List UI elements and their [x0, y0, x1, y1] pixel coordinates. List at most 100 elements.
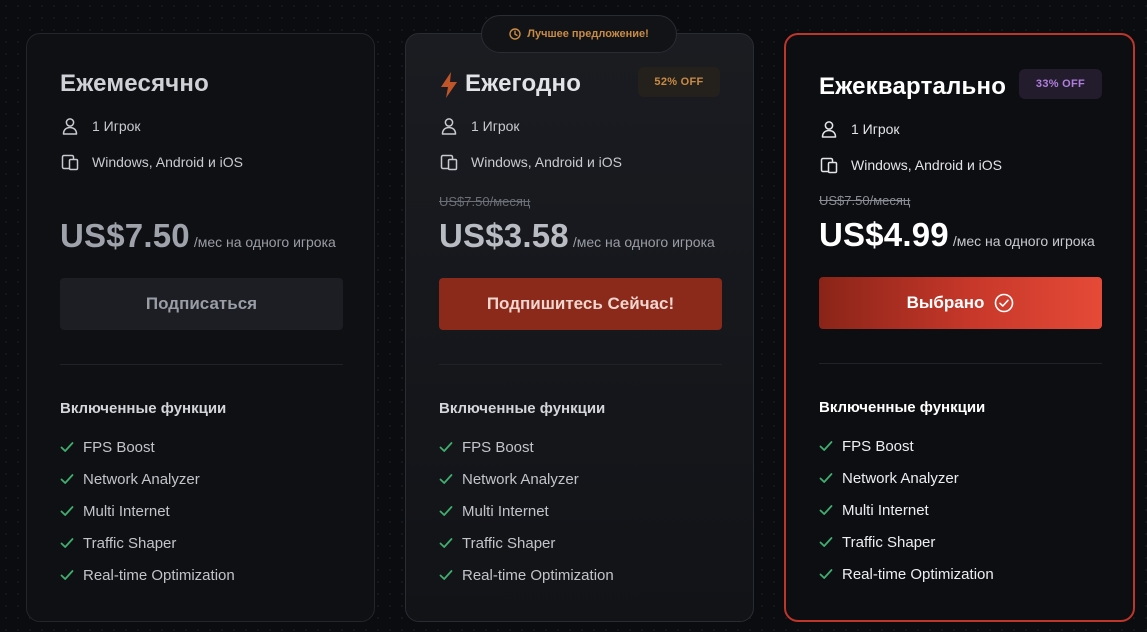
divider — [60, 364, 343, 365]
feature-list: FPS Boost Network Analyzer Multi Interne… — [439, 431, 614, 591]
list-item: FPS Boost — [819, 430, 994, 462]
players-label: 1 Игрок — [92, 118, 141, 134]
price: US$3.58 — [439, 217, 569, 254]
list-item: Network Analyzer — [439, 463, 614, 495]
list-item: Real-time Optimization — [819, 558, 994, 590]
discount-badge: 33% OFF — [1019, 69, 1102, 99]
check-icon — [819, 537, 833, 547]
discount-badge: 52% OFF — [638, 67, 720, 97]
plan-title: Ежеквартально — [819, 73, 1007, 100]
price: US$4.99 — [819, 216, 949, 253]
feature-list: FPS Boost Network Analyzer Multi Interne… — [819, 430, 994, 590]
check-icon — [819, 473, 833, 483]
platforms-label: Windows, Android и iOS — [92, 154, 243, 170]
divider — [439, 364, 722, 365]
feature-label: Real-time Optimization — [83, 566, 235, 584]
devices-icon — [440, 154, 458, 171]
old-price: US$7.50/месяц — [819, 193, 911, 208]
list-item: Multi Internet — [60, 495, 235, 527]
check-circle-icon — [995, 293, 1014, 313]
feature-label: Multi Internet — [842, 501, 929, 519]
plan-card-yearly[interactable]: Ежегодно 52% OFF 1 Игрок Windows, Androi… — [405, 33, 754, 622]
platforms-row: Windows, Android и iOS — [60, 151, 243, 173]
feature-list: FPS Boost Network Analyzer Multi Interne… — [60, 431, 235, 591]
clock-icon — [509, 28, 521, 40]
feature-label: Traffic Shaper — [462, 534, 556, 552]
price-row: US$7.50 /мес на одного игрока — [60, 217, 336, 255]
list-item: Traffic Shaper — [60, 527, 235, 559]
platforms-row: Windows, Android и iOS — [439, 151, 622, 173]
check-icon — [60, 538, 74, 548]
check-icon — [819, 569, 833, 579]
feature-label: Network Analyzer — [842, 469, 959, 487]
feature-label: Real-time Optimization — [462, 566, 614, 584]
players-row: 1 Игрок — [439, 115, 520, 137]
plan-title: Ежемесячно — [60, 70, 209, 97]
divider — [819, 363, 1102, 364]
check-icon — [439, 474, 453, 484]
list-item: Real-time Optimization — [439, 559, 614, 591]
devices-icon — [820, 157, 838, 174]
feature-label: FPS Boost — [462, 438, 534, 456]
features-heading: Включенные функции — [819, 399, 986, 416]
list-item: Real-time Optimization — [60, 559, 235, 591]
subscribe-now-button[interactable]: Подпишитесь Сейчас! — [439, 278, 722, 330]
price: US$7.50 — [60, 217, 190, 254]
price-row: US$4.99 /мес на одного игрока — [819, 216, 1095, 254]
selected-button[interactable]: Выбрано — [819, 277, 1102, 329]
feature-label: Traffic Shaper — [842, 533, 936, 551]
platforms-row: Windows, Android и iOS — [819, 154, 1002, 176]
check-icon — [439, 442, 453, 452]
lightning-bolt-icon — [441, 72, 457, 98]
list-item: FPS Boost — [60, 431, 235, 463]
plan-card-monthly[interactable]: Ежемесячно 1 Игрок Windows, Android и iO… — [26, 33, 375, 622]
list-item: Multi Internet — [819, 494, 994, 526]
platforms-label: Windows, Android и iOS — [851, 157, 1002, 173]
subscribe-now-button-label: Подпишитесь Сейчас! — [486, 294, 675, 313]
features-heading: Включенные функции — [60, 400, 227, 417]
check-icon — [439, 506, 453, 516]
feature-label: Traffic Shaper — [83, 534, 177, 552]
feature-label: Multi Internet — [462, 502, 549, 520]
plan-title: Ежегодно — [465, 70, 582, 97]
list-item: Traffic Shaper — [439, 527, 614, 559]
subscribe-button-label: Подписаться — [145, 294, 258, 313]
check-icon — [819, 505, 833, 515]
check-icon — [60, 474, 74, 484]
devices-icon — [61, 154, 79, 171]
check-icon — [60, 506, 74, 516]
plan-card-quarterly-selected[interactable]: Ежеквартально 33% OFF 1 Игрок Windows, A… — [784, 33, 1135, 622]
players-label: 1 Игрок — [851, 121, 900, 137]
price-row: US$3.58 /мес на одного игрока — [439, 217, 715, 255]
user-icon — [821, 121, 837, 138]
feature-label: Real-time Optimization — [842, 565, 994, 583]
best-offer-badge: Лучшее предложение! — [481, 15, 677, 53]
check-icon — [60, 570, 74, 580]
price-period: /мес на одного игрока — [952, 233, 1095, 249]
list-item: Traffic Shaper — [819, 526, 994, 558]
list-item: FPS Boost — [439, 431, 614, 463]
feature-label: Multi Internet — [83, 502, 170, 520]
check-icon — [60, 442, 74, 452]
selected-button-label: Выбрано — [906, 293, 985, 312]
user-icon — [441, 118, 457, 135]
list-item: Network Analyzer — [60, 463, 235, 495]
check-icon — [819, 441, 833, 451]
features-heading: Включенные функции — [439, 400, 606, 417]
feature-label: FPS Boost — [83, 438, 155, 456]
price-period: /мес на одного игрока — [572, 234, 715, 250]
check-icon — [439, 570, 453, 580]
players-row: 1 Игрок — [60, 115, 141, 137]
players-label: 1 Игрок — [471, 118, 520, 134]
feature-label: FPS Boost — [842, 437, 914, 455]
subscribe-button[interactable]: Подписаться — [60, 278, 343, 330]
platforms-label: Windows, Android и iOS — [471, 154, 622, 170]
user-icon — [62, 118, 78, 135]
old-price: US$7.50/месяц — [439, 194, 531, 209]
check-icon — [439, 538, 453, 548]
list-item: Network Analyzer — [819, 462, 994, 494]
price-period: /мес на одного игрока — [193, 234, 336, 250]
best-offer-label: Лучшее предложение! — [527, 28, 649, 40]
feature-label: Network Analyzer — [462, 470, 579, 488]
feature-label: Network Analyzer — [83, 470, 200, 488]
